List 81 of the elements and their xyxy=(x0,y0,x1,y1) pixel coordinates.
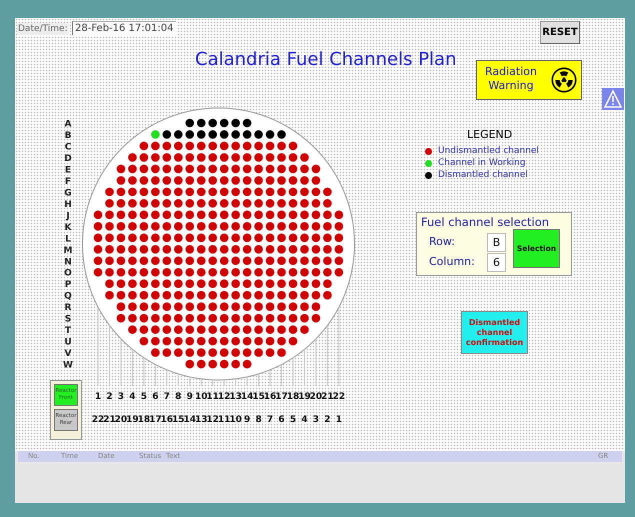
column-number: 19 xyxy=(126,415,139,425)
column-number: 15 xyxy=(172,415,185,425)
column-number: 3 xyxy=(312,415,320,425)
row-label: H xyxy=(64,200,72,210)
row-label: O xyxy=(64,268,72,279)
row-label: G xyxy=(64,188,72,198)
column-number: 1 xyxy=(336,415,342,425)
row-label: B xyxy=(64,130,72,141)
row-label: V xyxy=(64,349,72,360)
column-number: 1 xyxy=(94,392,102,402)
column-number: 22 xyxy=(332,392,346,402)
legend-label: Channel in Working xyxy=(438,158,526,168)
column-number: 4 xyxy=(129,392,136,402)
column-number: 13 xyxy=(229,392,242,402)
row-label: L xyxy=(65,234,71,244)
column-number: 3 xyxy=(118,392,124,402)
row-label: N xyxy=(64,257,72,268)
column-number: 22 xyxy=(92,415,104,425)
column-field-label: Column: xyxy=(429,255,475,268)
row-label: Q xyxy=(64,292,72,302)
row-label: U xyxy=(64,338,72,348)
row-label: K xyxy=(64,222,72,233)
column-number: 16 xyxy=(160,415,174,425)
row-label: D xyxy=(64,154,72,164)
column-number: 6 xyxy=(152,392,158,402)
column-number: 12 xyxy=(206,415,219,425)
column-number: 2 xyxy=(106,392,113,402)
column-number: 8 xyxy=(175,392,182,402)
column-number: 12 xyxy=(218,392,230,402)
column-number: 13 xyxy=(194,415,208,425)
row-label: C xyxy=(64,142,72,152)
column-number: 17 xyxy=(149,415,162,425)
column-number: 15 xyxy=(252,392,265,402)
column-number: 10 xyxy=(194,392,208,402)
column-number: 7 xyxy=(266,415,274,425)
reset-button[interactable]: RESET xyxy=(540,21,580,44)
row-label: T xyxy=(64,326,72,336)
column-number: 20 xyxy=(310,392,322,402)
column-number: 19 xyxy=(298,392,311,402)
row-label: P xyxy=(64,280,72,290)
column-number: 21 xyxy=(321,392,334,402)
column-number: 11 xyxy=(206,392,219,402)
row-label: E xyxy=(64,165,72,176)
column-number: 21 xyxy=(103,415,116,425)
panel-title: Fuel channel selection xyxy=(421,215,550,229)
column-number: 7 xyxy=(164,392,170,402)
row-label: J xyxy=(66,211,70,222)
column-number: 8 xyxy=(255,415,262,425)
datetime-label: Date/Time: xyxy=(17,23,69,35)
column-number: 5 xyxy=(140,392,148,402)
column-number: 4 xyxy=(301,415,308,425)
column-number: 11 xyxy=(218,415,230,425)
legend-label: Dismantled channel xyxy=(438,170,528,180)
row-field[interactable]: B xyxy=(487,233,506,252)
row-label: W xyxy=(63,360,73,371)
column-number: 14 xyxy=(240,392,254,402)
row-label: M xyxy=(64,246,72,256)
legend-label: Undismantled channel xyxy=(438,146,539,156)
column-number: 18 xyxy=(138,415,150,425)
column-number: 2 xyxy=(324,415,331,425)
column-number: 16 xyxy=(264,392,276,402)
legend-title: LEGEND xyxy=(467,128,512,141)
row-label: R xyxy=(64,303,72,314)
column-number: 9 xyxy=(186,392,193,402)
column-number: 14 xyxy=(184,415,196,425)
screen-title: Calandria Fuel Channels Plan xyxy=(195,49,456,70)
row-label: S xyxy=(64,314,72,325)
row-label: F xyxy=(64,176,72,187)
column-number: 20 xyxy=(114,415,128,425)
column-number: 18 xyxy=(286,392,300,402)
row-label: A xyxy=(64,120,72,130)
column-number: 17 xyxy=(275,392,288,402)
column-number: 9 xyxy=(244,415,250,425)
row-field-label: Row: xyxy=(429,235,455,248)
column-number: 6 xyxy=(278,415,285,425)
column-field[interactable]: 6 xyxy=(487,253,506,272)
confirmation-button[interactable]: Dismantled channel confirmation xyxy=(461,311,528,354)
datetime-field: 28-Feb-16 17:01:04 xyxy=(72,21,176,35)
column-number: 10 xyxy=(229,415,242,425)
radiation-warning-text: Radiation Warning xyxy=(485,65,537,93)
column-number: 5 xyxy=(290,415,296,425)
